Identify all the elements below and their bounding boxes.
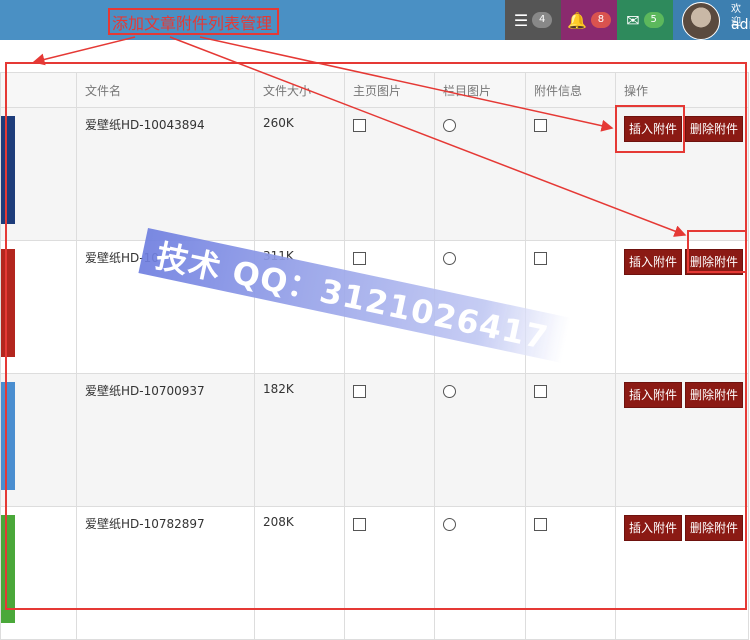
- arrow-to-insert: [199, 36, 614, 132]
- arrow-to-table: [32, 36, 136, 66]
- arrow-to-delete: [169, 36, 687, 237]
